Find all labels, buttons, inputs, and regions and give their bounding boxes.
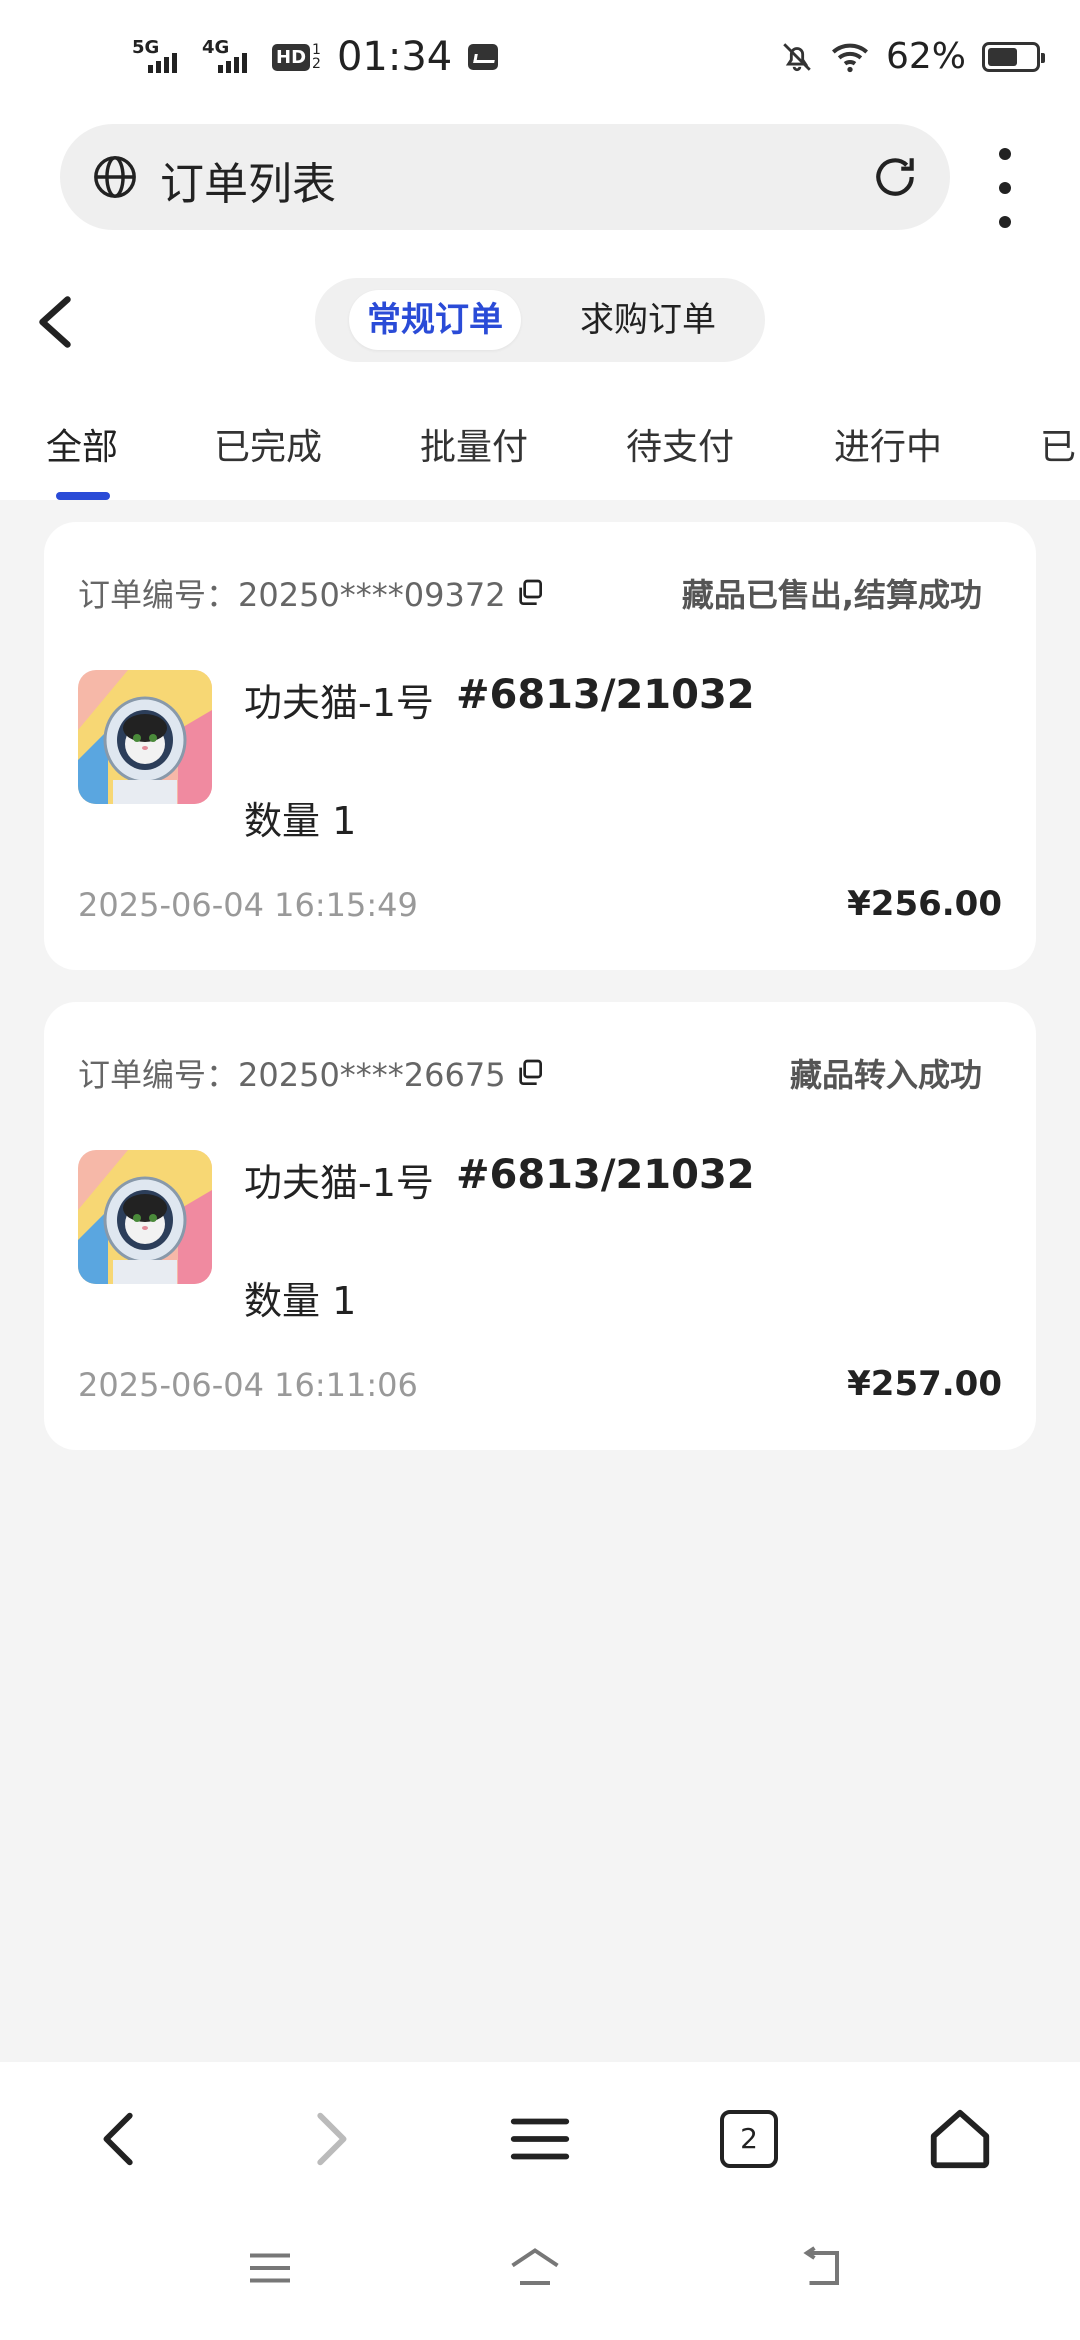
tab-in-progress[interactable]: 进行中 (834, 418, 942, 470)
collectible-thumbnail (78, 670, 212, 804)
item-quantity: 数量 1 (244, 1279, 357, 1323)
collectible-thumbnail (78, 1150, 212, 1284)
wifi-icon (831, 43, 868, 72)
signal-5g-icon: 5G (132, 37, 192, 77)
tab-all[interactable]: 全部 (46, 418, 118, 470)
order-status: 藏品已售出,结算成功 (681, 576, 982, 614)
hd-label: HD (272, 43, 311, 71)
copy-icon[interactable] (514, 577, 546, 609)
system-menu-icon[interactable] (240, 2238, 300, 2298)
battery-percent: 62% (885, 36, 966, 77)
item-name: 功夫猫-1号 (244, 681, 434, 725)
browser-toolbar: 2 (0, 2062, 1080, 2340)
order-price: ¥256.00 (847, 884, 1002, 924)
hd-sub-bottom: 2 (312, 56, 321, 72)
tabs-icon[interactable]: 2 (720, 2110, 778, 2168)
order-number: 订单编号：20250****26675 (78, 1050, 546, 1096)
refresh-icon[interactable] (870, 152, 920, 202)
order-number-text: 订单编号：20250****26675 (78, 1056, 506, 1094)
status-tabs: 全部 已完成 批量付 待支付 进行中 已 (0, 418, 1080, 500)
item-serial: #6813/21032 (456, 1152, 755, 1198)
clock: 01:34 (336, 34, 453, 80)
system-back-icon[interactable] (792, 2238, 852, 2298)
order-status: 藏品转入成功 (789, 1056, 982, 1094)
order-price: ¥257.00 (847, 1364, 1002, 1404)
hd-voice-icon: HD 1 2 (272, 43, 321, 71)
page-title: 订单列表 (160, 159, 336, 210)
active-tab-indicator (56, 492, 110, 500)
notification-icon (468, 44, 499, 70)
order-number-text: 订单编号：20250****09372 (78, 576, 506, 614)
order-number: 订单编号：20250****09372 (78, 570, 546, 616)
menu-icon[interactable] (505, 2104, 575, 2174)
back-arrow-icon[interactable] (30, 292, 80, 352)
forward-icon[interactable] (294, 2104, 364, 2174)
browser-address-area: 订单列表 (0, 120, 1080, 250)
order-time: 2025-06-04 16:15:49 (78, 886, 418, 924)
order-type-switch: 常规订单 求购订单 (315, 278, 765, 362)
tab-more[interactable]: 已 (1040, 418, 1076, 470)
signal-4g-icon: 4G (202, 37, 262, 77)
tab-regular-orders[interactable]: 常规订单 (349, 290, 521, 350)
tab-batch-pay[interactable]: 批量付 (420, 418, 528, 470)
order-card[interactable]: 订单编号：20250****26675 藏品转入成功 功夫猫-1号 #6813/… (44, 1002, 1036, 1450)
item-serial: #6813/21032 (456, 672, 755, 718)
home-icon[interactable] (925, 2104, 995, 2174)
back-icon[interactable] (86, 2104, 156, 2174)
more-options-icon[interactable] (990, 148, 1020, 228)
address-bar[interactable]: 订单列表 (60, 124, 950, 230)
status-bar: 5G 4G HD 1 2 01:34 62% (0, 0, 1080, 120)
item-quantity: 数量 1 (244, 799, 357, 843)
tab-purchase-orders[interactable]: 求购订单 (563, 290, 733, 350)
hd-sub-top: 1 (312, 42, 321, 58)
order-time: 2025-06-04 16:11:06 (78, 1366, 418, 1404)
system-home-icon[interactable] (505, 2238, 565, 2298)
tab-completed[interactable]: 已完成 (214, 418, 322, 470)
order-card[interactable]: 订单编号：20250****09372 藏品已售出,结算成功 功夫猫-1号 #6… (44, 522, 1036, 970)
order-nav: 常规订单 求购订单 全部 已完成 批量付 待支付 进行中 已 (0, 250, 1080, 500)
silent-bell-icon (783, 42, 811, 71)
tab-pending-payment[interactable]: 待支付 (626, 418, 734, 470)
item-name: 功夫猫-1号 (244, 1161, 434, 1205)
battery-level (988, 47, 1017, 66)
copy-icon[interactable] (514, 1057, 546, 1089)
battery-icon (982, 41, 1045, 72)
globe-icon (94, 156, 136, 198)
